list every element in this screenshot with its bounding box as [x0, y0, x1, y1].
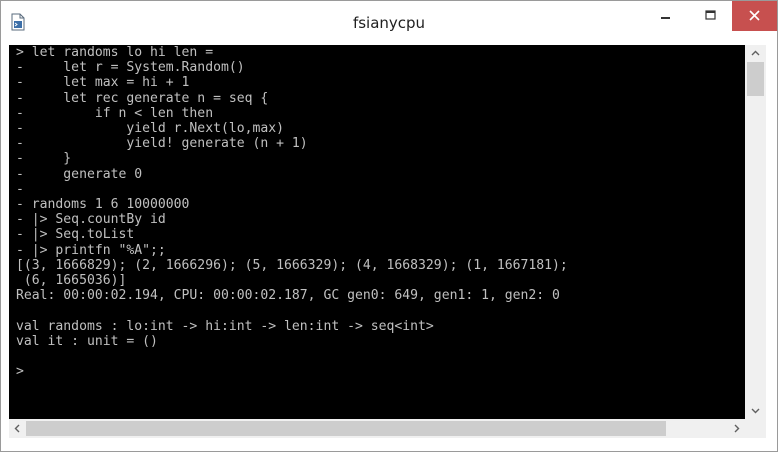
chevron-left-icon[interactable]: [9, 419, 26, 438]
console-line: [(3, 1666829); (2, 1666296); (5, 1666329…: [16, 257, 568, 273]
chevron-up-icon[interactable]: [745, 45, 766, 62]
close-button[interactable]: [732, 1, 777, 31]
console-line: val randoms : lo:int -> hi:int -> len:in…: [16, 318, 434, 334]
title-bar[interactable]: fsianycpu: [1, 1, 777, 45]
maximize-icon: [705, 10, 716, 20]
console-line: - |> Seq.toList: [16, 227, 135, 243]
minimize-icon: [661, 17, 670, 19]
console-line: - }: [16, 151, 72, 167]
console-line: - let rec generate n = seq {: [16, 90, 269, 106]
vertical-scroll-thumb[interactable]: [747, 62, 764, 96]
horizontal-scroll-thumb[interactable]: [26, 421, 666, 436]
console-line: (6, 1665036)]: [16, 273, 127, 289]
console-line: - |> printfn "%A";;: [16, 242, 166, 258]
console-line: - randoms 1 6 10000000: [16, 197, 190, 213]
console-line: - |> Seq.countBy id: [16, 212, 166, 228]
horizontal-scrollbar[interactable]: [9, 419, 745, 438]
console-line: Real: 00:00:02.194, CPU: 00:00:02.187, G…: [16, 288, 560, 304]
console-output[interactable]: > let randoms lo hi len = - let r = Syst…: [9, 45, 745, 419]
vertical-scrollbar[interactable]: [745, 45, 766, 419]
chevron-down-icon[interactable]: [745, 402, 766, 419]
console-line: - yield r.Next(lo,max): [16, 121, 285, 137]
scrollbar-corner: [745, 419, 766, 438]
console-text[interactable]: > let randoms lo hi len = - let r = Syst…: [9, 45, 745, 379]
chevron-right-icon[interactable]: [728, 419, 745, 438]
console-line: - yield! generate (n + 1): [16, 136, 308, 152]
maximize-button[interactable]: [688, 1, 733, 31]
console-line: - let max = hi + 1: [16, 75, 190, 91]
console-line: - if n < len then: [16, 105, 214, 121]
console-line: > let randoms lo hi len =: [16, 45, 214, 60]
console-line: >: [16, 364, 24, 380]
console-line: - generate 0: [16, 166, 143, 182]
minimize-button[interactable]: [643, 1, 688, 31]
console-window: fsianycpu > let randoms lo hi len = - le…: [0, 0, 778, 452]
console-line: - let r = System.Random(): [16, 60, 245, 76]
console-line: -: [16, 181, 24, 197]
close-icon: [749, 10, 760, 21]
console-line: val it : unit = (): [16, 333, 158, 349]
